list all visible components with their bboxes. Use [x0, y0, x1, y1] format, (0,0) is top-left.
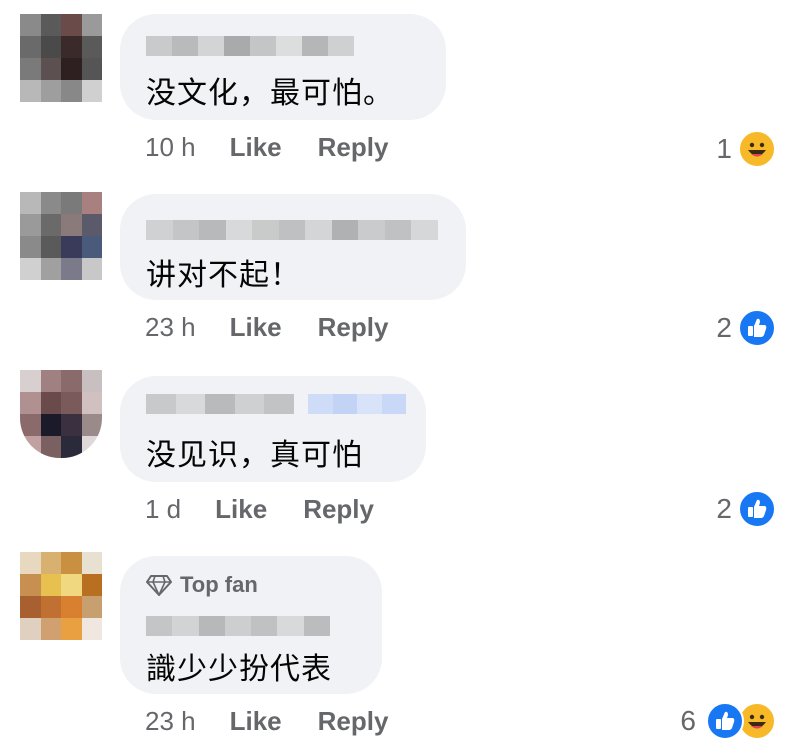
comment-actions: 10 h Like Reply — [145, 132, 388, 163]
reaction-count: 2 — [716, 493, 732, 524]
reaction-summary[interactable]: 6 — [680, 702, 776, 740]
like-icon — [738, 490, 776, 528]
like-button[interactable]: Like — [215, 494, 267, 525]
like-icon — [738, 309, 776, 347]
like-button[interactable]: Like — [230, 312, 282, 343]
avatar[interactable] — [20, 192, 102, 280]
comment-text: 没文化，最可怕。 — [146, 76, 394, 111]
reply-button[interactable]: Reply — [318, 312, 389, 343]
comment-actions: 1 d Like Reply — [145, 494, 374, 525]
comment-bubble[interactable]: 没见识，真可怕 — [120, 376, 426, 482]
like-button[interactable]: Like — [230, 706, 282, 737]
comment-actions: 23 h Like Reply — [145, 312, 388, 343]
comment-text: 没见识，真可怕 — [146, 438, 363, 473]
avatar[interactable] — [20, 552, 102, 640]
reply-button[interactable]: Reply — [303, 494, 374, 525]
haha-icon — [738, 130, 776, 168]
author-name-blurred[interactable] — [146, 36, 354, 56]
comment-bubble[interactable]: 没文化，最可怕。 — [120, 14, 446, 120]
avatar[interactable] — [20, 370, 102, 458]
comment-actions: 23 h Like Reply — [145, 706, 388, 737]
timestamp[interactable]: 1 d — [145, 494, 181, 525]
author-name-blurred[interactable] — [146, 394, 294, 414]
timestamp[interactable]: 10 h — [145, 132, 196, 163]
comment-bubble[interactable]: Top fan 識少少扮代表 — [120, 556, 382, 694]
author-name-blurred[interactable] — [146, 220, 439, 240]
timestamp[interactable]: 23 h — [145, 706, 196, 737]
diamond-icon — [146, 575, 172, 596]
like-icon — [706, 702, 744, 740]
avatar[interactable] — [20, 14, 102, 102]
reaction-count: 1 — [716, 133, 732, 164]
reaction-summary[interactable]: 2 — [716, 490, 776, 528]
reaction-count: 2 — [716, 312, 732, 343]
like-button[interactable]: Like — [230, 132, 282, 163]
reaction-count: 6 — [680, 705, 696, 736]
top-fan-label: Top fan — [180, 572, 258, 597]
top-fan-badge: Top fan — [146, 572, 258, 598]
comment-bubble[interactable]: 讲对不起！ — [120, 194, 466, 300]
reply-button[interactable]: Reply — [318, 132, 389, 163]
tagged-name-blurred[interactable] — [308, 394, 406, 414]
reaction-summary[interactable]: 2 — [716, 309, 776, 347]
comment-text: 識少少扮代表 — [146, 652, 332, 687]
author-name-blurred[interactable] — [146, 616, 330, 636]
timestamp[interactable]: 23 h — [145, 312, 196, 343]
reaction-summary[interactable]: 1 — [716, 130, 776, 168]
comment-text: 讲对不起！ — [146, 258, 301, 293]
reply-button[interactable]: Reply — [318, 706, 389, 737]
